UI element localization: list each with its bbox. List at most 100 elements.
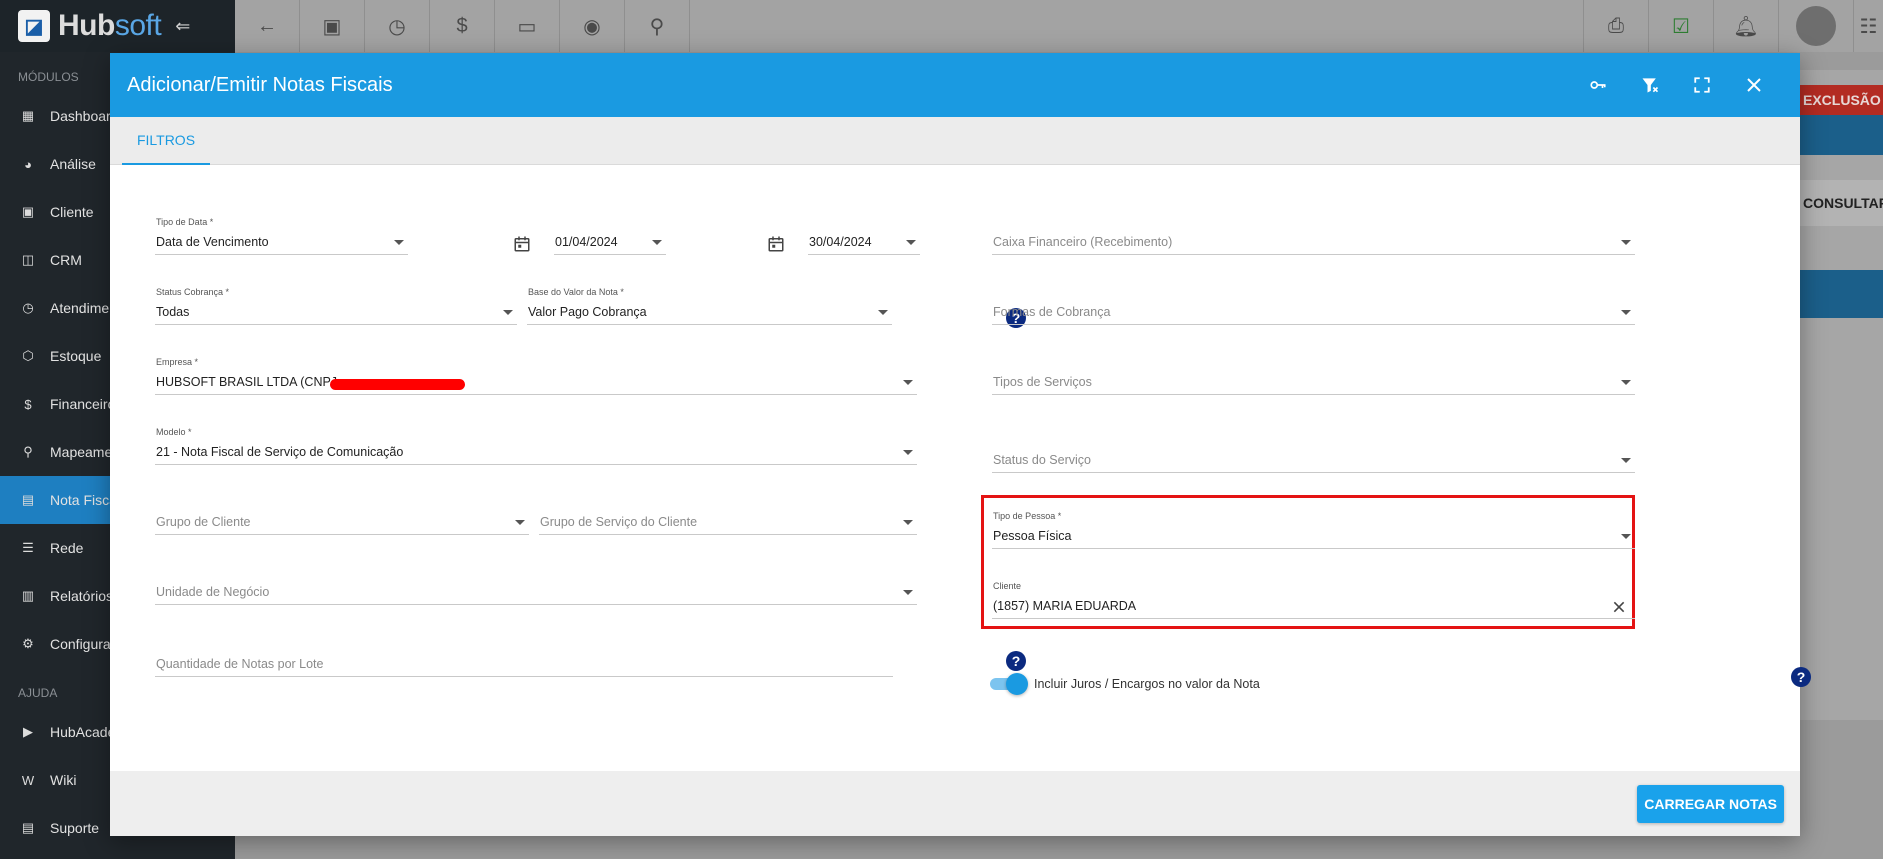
calendar-icon[interactable] — [513, 235, 531, 253]
youtube-icon: ▶ — [23, 724, 33, 739]
field-value: (1857) MARIA EDUARDA — [993, 599, 1137, 613]
field-label: Cliente — [993, 581, 1022, 591]
bell-icon[interactable]: 🔔︎ — [1713, 0, 1778, 52]
topbar: ← ▣ ◷ $ ▭ ◉ ⚲ ⎙ ☑ 🔔︎ ☷ — [235, 0, 1883, 52]
crm-icon: ◫ — [21, 252, 35, 267]
carregar-notas-button[interactable]: CARREGAR NOTAS — [1637, 785, 1784, 823]
hubsoft-logo-icon: ◪ — [18, 10, 50, 42]
field-value: 21 - Nota Fiscal de Serviço de Comunicaç… — [156, 445, 404, 459]
filters-form: Tipo de Data * Data de Vencimento 01/04/… — [110, 165, 1811, 770]
chevron-down-icon — [652, 240, 662, 245]
sidebar-item-label: Relatórios — [50, 588, 114, 604]
field-label: Tipo de Pessoa * — [993, 511, 1062, 521]
modal-footer: CARREGAR NOTAS — [110, 771, 1800, 836]
chevron-down-icon — [903, 450, 913, 455]
sidebar-item-label: CRM — [50, 252, 82, 268]
field-value: 01/04/2024 — [555, 235, 618, 249]
key-icon[interactable] — [1572, 59, 1624, 111]
collapse-arrow-icon[interactable]: ⇐ — [175, 16, 190, 37]
grupo-servico-cliente-select[interactable]: Grupo de Serviço do Cliente — [539, 497, 917, 535]
network-icon: ☰ — [22, 540, 34, 555]
chevron-down-icon — [503, 310, 513, 315]
fullscreen-icon[interactable] — [1676, 59, 1728, 111]
menu-list-icon[interactable]: ☷ — [1853, 0, 1883, 52]
background-blue-bar — [1797, 270, 1883, 318]
field-placeholder: Unidade de Negócio — [156, 585, 270, 599]
chevron-down-icon — [1621, 310, 1631, 315]
status-servico-select[interactable]: Status do Serviço — [992, 435, 1635, 473]
user-menu[interactable] — [1778, 0, 1853, 52]
field-placeholder: Caixa Financeiro (Recebimento) — [993, 235, 1173, 249]
close-icon[interactable] — [1728, 59, 1780, 111]
formas-cobranca-select[interactable]: Formas de Cobrança — [992, 287, 1635, 325]
caixa-financeiro-select[interactable]: Caixa Financeiro (Recebimento) — [992, 217, 1635, 255]
report-icon: ▥ — [21, 588, 35, 603]
sidebar-item-label: Rede — [50, 540, 84, 556]
field-value: Data de Vencimento — [156, 235, 269, 249]
dollar-icon[interactable]: $ — [430, 0, 495, 52]
redaction-mark — [330, 379, 465, 390]
field-placeholder: Grupo de Serviço do Cliente — [540, 515, 698, 529]
field-placeholder: Tipos de Serviços — [993, 375, 1092, 389]
clear-icon[interactable] — [1611, 599, 1627, 615]
cliente-field[interactable]: Cliente (1857) MARIA EDUARDA — [992, 581, 1635, 619]
data-inicio-field[interactable]: 01/04/2024 — [554, 217, 666, 255]
logo-text: Hubsoft — [58, 9, 162, 42]
chevron-down-icon — [903, 590, 913, 595]
chevron-down-icon — [394, 240, 404, 245]
terminal-icon[interactable]: ▭ — [495, 0, 560, 52]
document-icon: ▤ — [21, 492, 35, 507]
chevron-down-icon — [1621, 534, 1631, 539]
field-placeholder: Grupo de Cliente — [156, 515, 251, 529]
logo[interactable]: ◪ Hubsoft ⇐ — [0, 0, 235, 52]
juros-toggle[interactable] — [990, 673, 1028, 695]
status-cobranca-select[interactable]: Status Cobrança * Todas — [155, 287, 517, 325]
contact-card-icon[interactable]: ▣ — [300, 0, 365, 52]
chat-icon: ▤ — [21, 820, 35, 835]
field-label: Empresa * — [156, 357, 199, 367]
calendar-icon[interactable] — [767, 235, 785, 253]
juros-toggle-label: Incluir Juros / Encargos no valor da Not… — [1034, 677, 1260, 691]
modal-header: Adicionar/Emitir Notas Fiscais — [110, 53, 1800, 117]
modelo-select[interactable]: Modelo * 21 - Nota Fiscal de Serviço de … — [155, 427, 917, 465]
map-pin-icon: ⚲ — [23, 444, 33, 459]
calendar-clock-icon[interactable]: ◷ — [365, 0, 430, 52]
base-valor-nota-select[interactable]: Base do Valor da Nota * Valor Pago Cobra… — [527, 287, 892, 325]
chevron-down-icon — [878, 310, 888, 315]
tipo-data-select[interactable]: Tipo de Data * Data de Vencimento — [155, 217, 408, 255]
calendar-clock-icon: ◷ — [22, 300, 34, 315]
help-icon[interactable]: ? — [1006, 651, 1026, 671]
field-label: Status Cobrança * — [156, 287, 230, 297]
chevron-down-icon — [903, 380, 913, 385]
pdf-icon[interactable]: ⎙ — [1583, 0, 1648, 52]
unidade-negocio-select[interactable]: Unidade de Negócio — [155, 567, 917, 605]
grupo-cliente-select[interactable]: Grupo de Cliente — [155, 497, 529, 535]
gear-icon: ⚙ — [22, 636, 34, 651]
eye-icon[interactable]: ◉ — [560, 0, 625, 52]
data-fim-field[interactable]: 30/04/2024 — [808, 217, 920, 255]
chevron-down-icon — [1621, 240, 1631, 245]
field-placeholder: Quantidade de Notas por Lote — [156, 657, 324, 671]
field-label: Tipo de Data * — [156, 217, 214, 227]
empresa-select[interactable]: Empresa * HUBSOFT BRASIL LTDA (CNPJ — [155, 357, 917, 395]
back-arrow-icon[interactable]: ← — [235, 0, 300, 52]
help-icon[interactable]: ? — [1791, 667, 1811, 687]
chevron-down-icon — [515, 520, 525, 525]
quantidade-notas-lote-input[interactable]: Quantidade de Notas por Lote — [155, 639, 893, 677]
background-panel — [1790, 70, 1883, 720]
tipo-pessoa-select[interactable]: Tipo de Pessoa * Pessoa Física — [992, 511, 1635, 549]
notas-fiscais-modal: Adicionar/Emitir Notas Fiscais FILTROS T… — [110, 53, 1811, 836]
background-blue-bar — [1797, 115, 1883, 155]
filter-clear-icon[interactable] — [1624, 59, 1676, 111]
money-icon: $ — [24, 396, 32, 412]
tab-filtros[interactable]: FILTROS — [122, 117, 210, 165]
field-placeholder: Status do Serviço — [993, 453, 1091, 467]
wikipedia-icon: W — [21, 772, 35, 788]
sidebar-item-label: Wiki — [50, 772, 77, 788]
chevron-down-icon — [903, 520, 913, 525]
chevron-down-icon — [1621, 380, 1631, 385]
search-icon[interactable]: ⚲ — [625, 0, 690, 52]
field-label: Modelo * — [156, 427, 192, 437]
tipos-servicos-select[interactable]: Tipos de Serviços — [992, 357, 1635, 395]
check-message-icon[interactable]: ☑ — [1648, 0, 1713, 52]
